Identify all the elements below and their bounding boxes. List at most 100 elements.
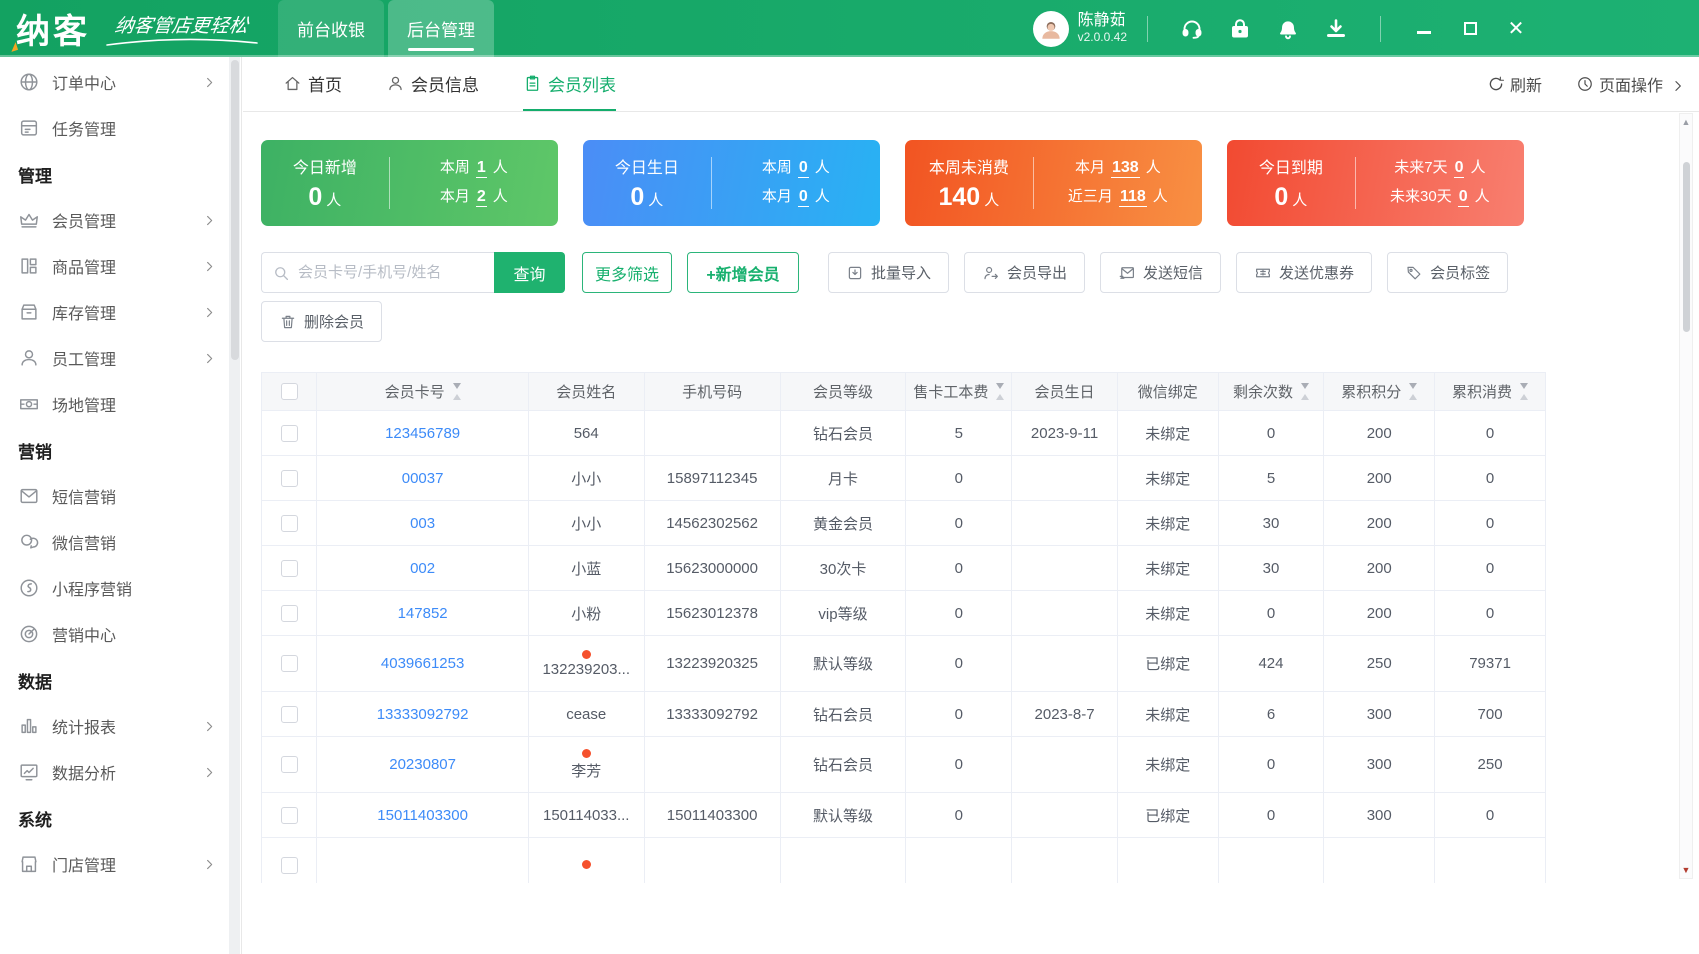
nav-tab-admin[interactable]: 后台管理	[388, 0, 494, 57]
content-scrollbar[interactable]: ▲ ▼	[1679, 113, 1693, 879]
search-input[interactable]	[262, 253, 494, 292]
row-checkbox[interactable]	[281, 425, 298, 442]
stat-line[interactable]: 本周1人	[440, 154, 508, 183]
titlebar: 纳客 纳客管店更轻松 前台收银 后台管理 陈静茹 v2.0.0.42 ✕	[0, 0, 1699, 57]
stat-line[interactable]: 近三月118人	[1068, 183, 1168, 212]
sidebar-scrollbar-thumb[interactable]	[231, 60, 239, 360]
member-card-no-link[interactable]: 4039661253	[381, 655, 464, 672]
sort-arrows[interactable]	[1409, 383, 1417, 400]
cell-fee: 0	[906, 546, 1012, 591]
support-icon[interactable]	[1180, 17, 1204, 41]
column-header-times: 剩余次数	[1218, 373, 1324, 411]
member-card-no-link[interactable]: 003	[410, 515, 435, 532]
sort-arrows[interactable]	[453, 383, 461, 400]
query-button[interactable]: 查询	[494, 252, 565, 293]
sort-arrows[interactable]	[1301, 383, 1309, 400]
refresh-button[interactable]: 刷新	[1487, 72, 1542, 96]
sidebar-item[interactable]: 短信营销	[0, 473, 230, 519]
row-checkbox[interactable]	[281, 470, 298, 487]
member-card-no-link[interactable]: 13333092792	[377, 706, 469, 723]
notification-dot	[582, 650, 591, 659]
cell-phone: 13223920325	[644, 636, 780, 692]
minimize-button[interactable]	[1414, 19, 1434, 39]
sidebar-item[interactable]: 统计报表	[0, 703, 230, 749]
member-card-no-link[interactable]: 20230807	[389, 756, 456, 773]
cell-fee: 0	[906, 456, 1012, 501]
download-icon[interactable]	[1324, 17, 1348, 41]
wechat-icon	[18, 531, 40, 553]
staff-icon	[18, 347, 40, 369]
table-row: 147852 小粉 15623012378 vip等级 0 未绑定 0 200 …	[262, 591, 1546, 636]
sidebar-item[interactable]: 任务管理	[0, 105, 230, 151]
member-card-no-link[interactable]: 147852	[398, 605, 448, 622]
会员导出-button[interactable]: 会员导出	[964, 252, 1085, 293]
row-checkbox[interactable]	[281, 560, 298, 577]
sidebar-item[interactable]: 场地管理	[0, 381, 230, 427]
row-checkbox[interactable]	[281, 807, 298, 824]
sidebar-scrollbar[interactable]	[229, 57, 240, 954]
bell-icon[interactable]	[1276, 17, 1300, 41]
sidebar-item[interactable]: 门店管理	[0, 841, 230, 887]
row-checkbox[interactable]	[281, 515, 298, 532]
member-card-no-link[interactable]: 00037	[402, 470, 444, 487]
maximize-button[interactable]	[1460, 19, 1480, 39]
sort-arrows[interactable]	[1520, 383, 1528, 400]
add-member-button[interactable]: +新增会员	[687, 252, 799, 293]
sidebar-item[interactable]: 员工管理	[0, 335, 230, 381]
divider	[1380, 16, 1381, 42]
stat-line[interactable]: 未来30天0人	[1390, 183, 1490, 212]
chevron-right-icon	[203, 766, 216, 779]
发送优惠券-button[interactable]: 发送优惠券	[1236, 252, 1372, 293]
stat-line[interactable]: 本周0人	[762, 154, 830, 183]
member-card-no-link[interactable]: 123456789	[385, 425, 460, 442]
sort-arrows[interactable]	[996, 383, 1004, 400]
content-scrollbar-thumb[interactable]	[1683, 162, 1690, 332]
table-row: 003 小小 14562302562 黄金会员 0 未绑定 30 200 0	[262, 501, 1546, 546]
发送短信-button[interactable]: 发送短信	[1100, 252, 1221, 293]
sidebar-item[interactable]: 微信营销	[0, 519, 230, 565]
stat-line[interactable]: 未来7天0人	[1394, 154, 1485, 183]
lock-icon[interactable]	[1228, 17, 1252, 41]
member-card-no-link[interactable]: 002	[410, 560, 435, 577]
会员标签-button[interactable]: 会员标签	[1387, 252, 1508, 293]
stat-line[interactable]: 本月2人	[440, 183, 508, 212]
select-all-checkbox[interactable]	[281, 383, 298, 400]
row-checkbox[interactable]	[281, 605, 298, 622]
page-tab-会员信息[interactable]: 会员信息	[386, 57, 479, 111]
批量导入-button[interactable]: 批量导入	[828, 252, 949, 293]
sidebar-item[interactable]: 订单中心	[0, 59, 230, 105]
page-tab-首页[interactable]: 首页	[283, 57, 342, 111]
stat-line[interactable]: 本月138人	[1075, 154, 1161, 183]
sidebar-item[interactable]: 商品管理	[0, 243, 230, 289]
column-header-wechat: 微信绑定	[1117, 373, 1218, 411]
user-name: 陈静茹	[1078, 12, 1127, 30]
row-checkbox[interactable]	[281, 756, 298, 773]
stat-cards: 今日新增 0人 本周1人本月2人 今日生日 0人 本周0人本月0人 本周未消费 …	[261, 140, 1699, 226]
table-header-row: 会员卡号会员姓名手机号码会员等级售卡工本费会员生日微信绑定剩余次数累积积分累积消…	[262, 373, 1546, 411]
scroll-up-arrow[interactable]: ▲	[1680, 117, 1692, 127]
sidebar-item[interactable]: 会员管理	[0, 197, 230, 243]
chevron-right-icon	[203, 260, 216, 273]
sidebar-item[interactable]: 数据分析	[0, 749, 230, 795]
row-checkbox[interactable]	[281, 857, 298, 874]
sidebar-item[interactable]: 营销中心	[0, 611, 230, 657]
stat-line[interactable]: 本月0人	[762, 183, 830, 212]
cell-level: 默认等级	[780, 636, 906, 692]
close-button[interactable]: ✕	[1506, 19, 1526, 39]
page-tab-会员列表[interactable]: 会员列表	[523, 57, 616, 111]
avatar[interactable]	[1033, 11, 1069, 47]
row-checkbox[interactable]	[281, 706, 298, 723]
nav-tab-cashier[interactable]: 前台收银	[278, 0, 384, 57]
page-ops-button[interactable]: 页面操作	[1576, 72, 1685, 96]
column-header-card_no: 会员卡号	[317, 373, 528, 411]
删除会员-button[interactable]: 删除会员	[261, 301, 382, 342]
sidebar-item[interactable]: 库存管理	[0, 289, 230, 335]
sidebar-item[interactable]: 小程序营销	[0, 565, 230, 611]
stat-title: 本周未消费	[929, 154, 1009, 178]
cell-times	[1218, 838, 1324, 884]
row-checkbox[interactable]	[281, 655, 298, 672]
member-card-no-link[interactable]: 15011403300	[377, 807, 468, 824]
scroll-down-arrow[interactable]: ▼	[1680, 865, 1692, 875]
trash-icon	[279, 313, 297, 331]
more-filter-button[interactable]: 更多筛选	[582, 252, 672, 293]
